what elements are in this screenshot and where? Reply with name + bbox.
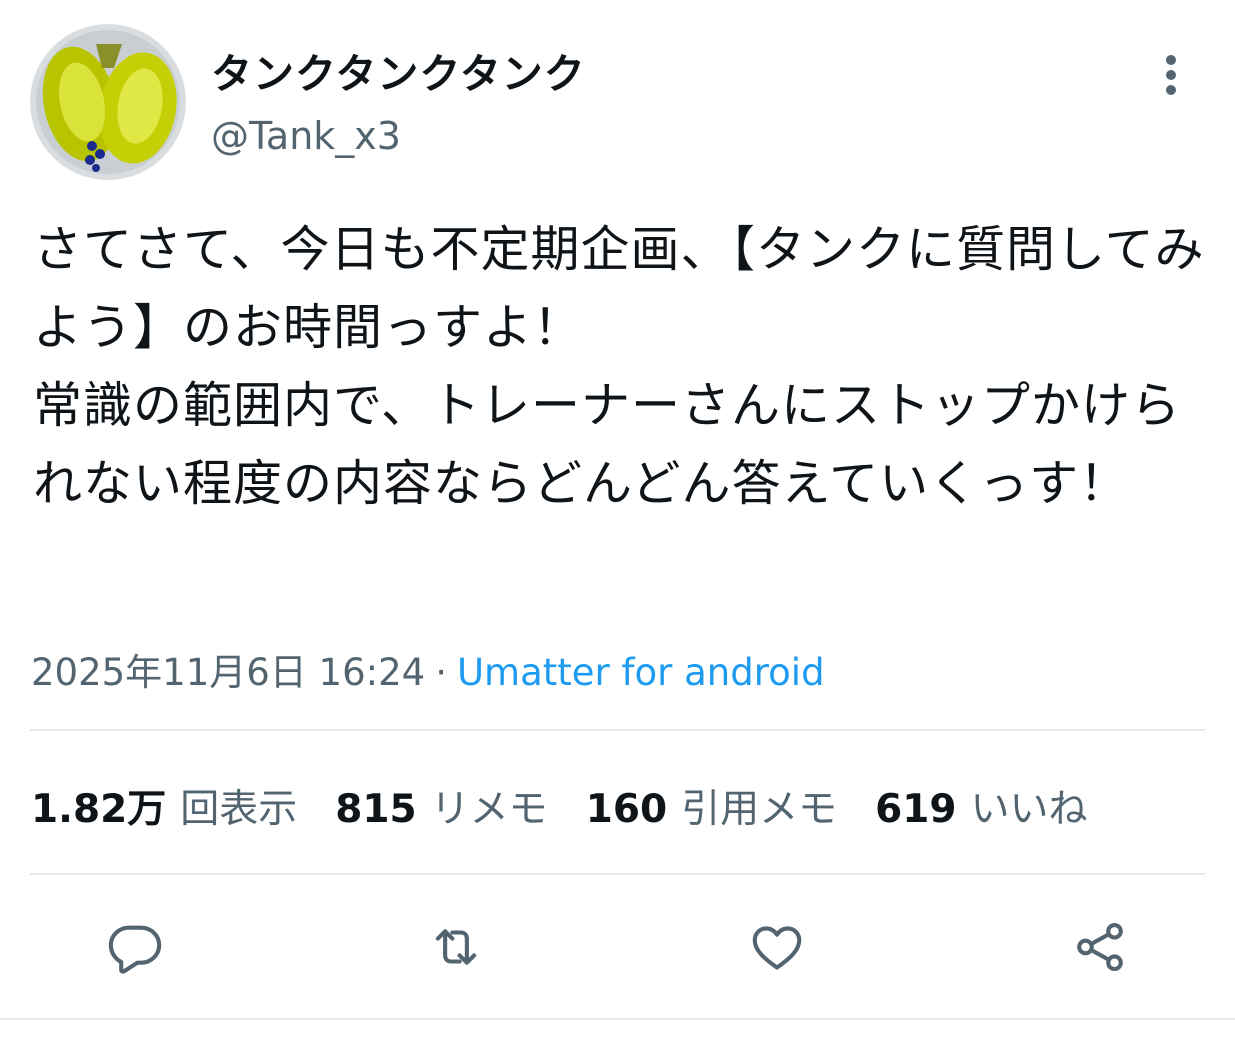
divider: [30, 873, 1205, 875]
likes-label: いいね: [970, 787, 1088, 832]
tweet-detail: タンクタンクタンク @Tank_x3 さてさて、今日も不定期企画、【タンクに質問…: [0, 0, 1235, 1038]
rememe-label: リメモ: [430, 787, 548, 832]
more-options-button[interactable]: [1148, 50, 1194, 100]
reply-icon: [108, 925, 162, 974]
views-count: 1.82万: [31, 787, 167, 832]
share-button[interactable]: [1068, 915, 1132, 979]
avatar-image: [30, 24, 186, 180]
divider: [0, 1018, 1235, 1020]
meta-separator: ·: [435, 651, 447, 694]
timestamp[interactable]: 2025年11月6日 16:24: [31, 651, 425, 694]
quote-count: 160: [585, 787, 668, 832]
action-bar: [0, 905, 1235, 989]
heart-icon: [752, 926, 802, 970]
source-link[interactable]: Umatter for android: [457, 651, 825, 694]
more-vertical-icon: [1166, 55, 1176, 95]
share-icon: [1077, 922, 1123, 972]
display-name[interactable]: タンクタンクタンク: [211, 40, 586, 100]
reply-button[interactable]: [103, 915, 167, 979]
divider: [30, 729, 1205, 731]
like-button[interactable]: [745, 915, 809, 979]
repost-button[interactable]: [424, 915, 488, 979]
tweet-meta: 2025年11月6日 16:24 · Umatter for android: [31, 642, 825, 696]
likes-stat[interactable]: 619 いいね: [875, 778, 1087, 834]
likes-count: 619: [875, 787, 957, 832]
rememe-count: 815: [335, 787, 417, 832]
tweet-text: さてさて、今日も不定期企画、【タンクに質問してみよう】のお時間っすよ！ 常識の範…: [33, 221, 1205, 512]
repost-icon: [435, 929, 477, 965]
views-stat: 1.82万 回表示: [31, 778, 297, 834]
user-handle[interactable]: @Tank_x3: [211, 114, 401, 158]
quote-label: 引用メモ: [681, 787, 838, 832]
quote-stat[interactable]: 160 引用メモ: [586, 778, 837, 834]
views-label: 回表示: [180, 787, 298, 832]
rememe-stat[interactable]: 815 リメモ: [335, 778, 547, 834]
avatar[interactable]: [30, 24, 186, 180]
stats-bar: 1.82万 回表示 815 リメモ 160 引用メモ 619 いいね: [31, 778, 1126, 834]
